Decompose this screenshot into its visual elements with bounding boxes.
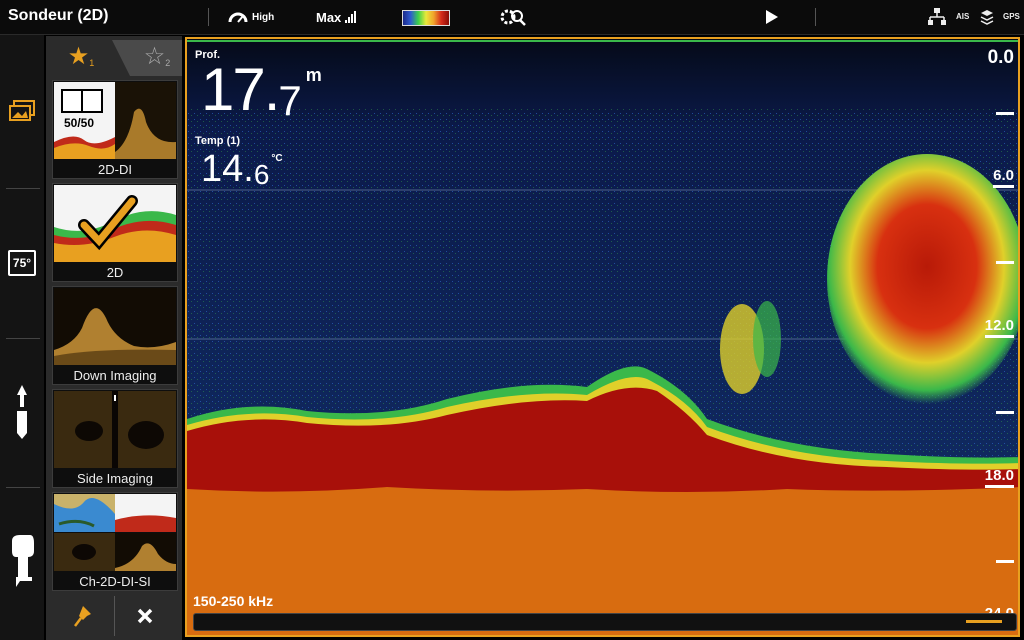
pin-button[interactable]: [52, 596, 115, 636]
tab-favorites-1[interactable]: ★ 1: [56, 38, 106, 74]
temp-label: Temp (1): [195, 135, 241, 147]
tile-label: Side Imaging: [77, 471, 153, 486]
scale-tick: [996, 261, 1014, 264]
temp-value-decimal: 6: [253, 159, 270, 190]
gear-search-icon: [500, 9, 526, 26]
tab-favorites-2[interactable]: ☆ 2: [134, 38, 180, 74]
divider: [6, 188, 40, 189]
tile-preview: [54, 288, 176, 365]
signal-bars-icon: [345, 11, 357, 23]
temp-unit: °C: [271, 153, 283, 164]
gps-label: GPS: [1003, 12, 1020, 21]
gps-status-icon: GPS: [1003, 12, 1020, 21]
scale-label: 12.0: [984, 317, 1014, 338]
temp-value: 14.: [201, 148, 254, 190]
close-button[interactable]: [115, 596, 177, 636]
range-label: Max: [316, 9, 342, 25]
ais-label: AIS: [956, 12, 970, 21]
side-imaging-thumbnail: [54, 391, 176, 468]
favorites-actions: [52, 596, 176, 636]
tile-preview: [54, 494, 176, 571]
ais-status-icon: AIS: [956, 12, 969, 21]
tile-label: Down Imaging: [73, 368, 157, 383]
top-bar: Sondeur (2D) High Max AIS GPS: [0, 0, 1024, 35]
color-palette-button[interactable]: [402, 10, 450, 26]
boat-icon: [17, 385, 27, 439]
sensitivity-button[interactable]: High: [228, 5, 274, 29]
scale-label: 6.0: [993, 167, 1014, 188]
favorite-tile-2d-di[interactable]: 50/50 2D-DI: [52, 80, 178, 179]
temp-readout: 14. 6 °C: [201, 147, 283, 191]
favorite-tile-down-imaging[interactable]: Down Imaging: [52, 286, 178, 385]
favorite-tile-side-imaging[interactable]: Side Imaging: [52, 389, 178, 488]
play-button[interactable]: [765, 5, 779, 29]
sonar-gauge-icon: [228, 12, 248, 23]
network-icon: [928, 8, 946, 25]
2d-thumbnail: [54, 185, 176, 262]
tile-label: Ch-2D-DI-SI: [79, 574, 151, 589]
frequency-label: 150-250 kHz: [193, 593, 274, 609]
range-button[interactable]: Max: [316, 5, 357, 29]
depth-value-decimal: 7: [278, 77, 302, 124]
tab2-number: 2: [165, 58, 171, 68]
sonar-image: [187, 39, 1018, 635]
temperature-badge: 75°: [8, 250, 36, 276]
pin-icon: [73, 606, 91, 627]
tile-label: 2D: [106, 265, 124, 280]
left-rail: 75°: [0, 35, 44, 640]
motor-button[interactable]: [6, 535, 38, 587]
views-button[interactable]: [6, 99, 38, 123]
outline-star-icon: ☆: [143, 42, 166, 70]
tile-preview: [54, 391, 176, 468]
temperature-button[interactable]: 75°: [6, 250, 38, 276]
sonar-view[interactable]: Prof. 17. 7 m Temp (1) 14. 6 °C 0.0 6.0 …: [185, 37, 1020, 637]
scale-tick: [996, 560, 1014, 563]
sensitivity-label: High: [252, 11, 275, 23]
close-icon: [138, 608, 153, 624]
divider: [208, 8, 209, 26]
down-imaging-thumbnail: [54, 288, 176, 365]
tile-label: 2D-DI: [98, 162, 132, 177]
settings-search-button[interactable]: [498, 5, 528, 29]
outboard-motor-icon: [12, 535, 34, 587]
favorite-tile-ch-2d-di-si[interactable]: Ch-2D-DI-SI: [52, 492, 178, 591]
scale-label: 18.0: [984, 467, 1014, 488]
depth-readout: 17. 7 m: [201, 59, 322, 125]
play-icon: [766, 10, 778, 24]
tab1-number: 1: [89, 58, 95, 68]
layers-icon: [980, 10, 994, 25]
history-scrollbar[interactable]: [193, 613, 1017, 631]
scale-label: 0.0: [987, 47, 1014, 68]
scale-tick: [996, 112, 1014, 115]
favorite-tile-2d[interactable]: 2D: [52, 183, 178, 282]
tile-preview: [54, 185, 176, 262]
temp-badge-value: 75°: [12, 256, 32, 270]
divider: [815, 8, 816, 26]
divider: [6, 338, 40, 339]
scale-tick: [996, 411, 1014, 414]
combo-thumbnail: [54, 494, 176, 571]
boat-button[interactable]: [6, 385, 38, 439]
divider: [6, 487, 40, 488]
scrollbar-thumb[interactable]: [966, 620, 1002, 623]
split-ratio: 50/50: [64, 116, 95, 130]
favorites-panel: ★ 1 ☆ 2 50/50 2D-DI 2D Down Imaging Side…: [46, 36, 182, 640]
filled-star-icon: ★: [67, 42, 90, 70]
depth-value: 17.: [201, 56, 280, 123]
gallery-icon: [9, 100, 35, 121]
tile-preview: 50/50: [54, 82, 176, 159]
page-title: Sondeur (2D): [8, 7, 109, 24]
depth-unit: m: [305, 65, 322, 85]
